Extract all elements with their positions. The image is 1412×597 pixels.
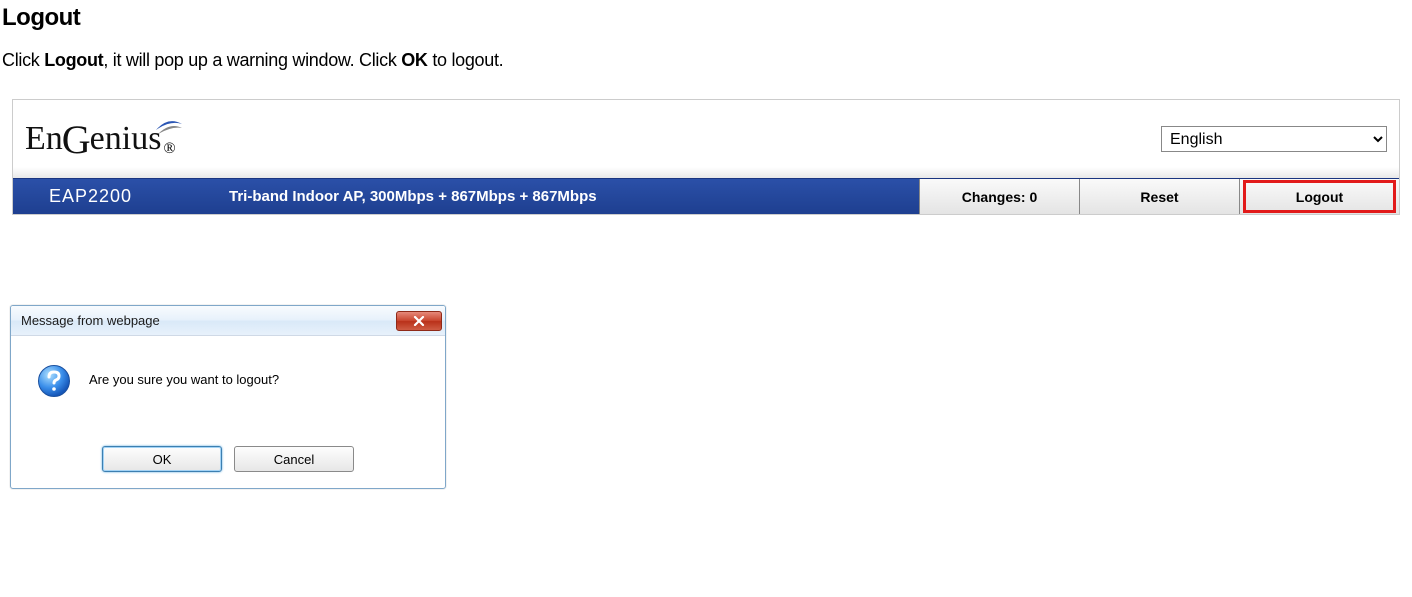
header-blue-bar: EAP2200 Tri-band Indoor AP, 300Mbps + 86… xyxy=(13,178,1399,214)
model-label: EAP2200 xyxy=(13,179,213,214)
reset-button[interactable]: Reset xyxy=(1079,179,1239,214)
text-fragment: to logout. xyxy=(428,50,504,70)
brand-logo: EnGenius® xyxy=(25,114,184,164)
dialog-message: Are you sure you want to logout? xyxy=(89,364,279,387)
brand-swoosh-icon xyxy=(154,114,184,144)
close-icon xyxy=(413,316,425,326)
logout-button[interactable]: Logout xyxy=(1239,179,1399,214)
text-bold-logout: Logout xyxy=(44,50,103,70)
brand-text: G xyxy=(62,122,91,158)
dialog-title-text: Message from webpage xyxy=(21,313,160,328)
section-heading: Logout xyxy=(2,4,1410,32)
app-header-panel: EnGenius® English EAP2200 Tri-band Indoo… xyxy=(12,99,1400,215)
instruction-text: Click Logout, it will pop up a warning w… xyxy=(2,50,1410,71)
header-top-row: EnGenius® English xyxy=(13,100,1399,178)
text-bold-ok: OK xyxy=(401,50,427,70)
device-description: Tri-band Indoor AP, 300Mbps + 867Mbps + … xyxy=(213,179,919,214)
brand-text: enius xyxy=(90,120,162,158)
text-fragment: , it will pop up a warning window. Click xyxy=(103,50,401,70)
question-icon xyxy=(37,364,71,398)
dialog-close-button[interactable] xyxy=(396,311,442,331)
text-fragment: Click xyxy=(2,50,44,70)
dialog-button-row: OK Cancel xyxy=(11,436,445,488)
brand-text: En xyxy=(25,120,63,158)
language-select[interactable]: English xyxy=(1161,126,1387,152)
confirm-dialog: Message from webpage xyxy=(10,305,446,489)
dialog-body: Are you sure you want to logout? xyxy=(11,336,445,436)
changes-button[interactable]: Changes: 0 xyxy=(919,179,1079,214)
dialog-titlebar: Message from webpage xyxy=(11,306,445,336)
ok-button[interactable]: OK xyxy=(102,446,222,472)
cancel-button[interactable]: Cancel xyxy=(234,446,354,472)
